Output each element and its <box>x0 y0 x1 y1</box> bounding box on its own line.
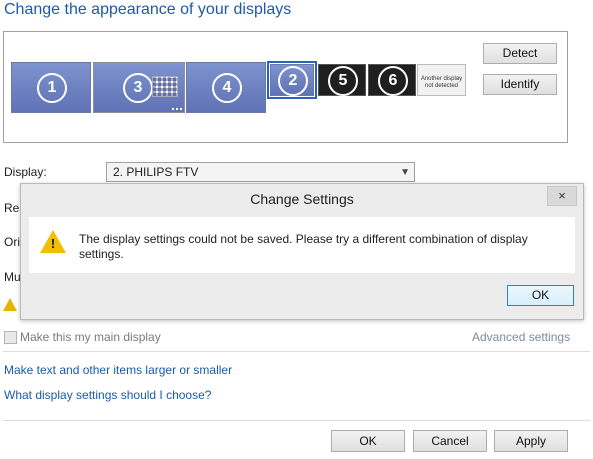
display-select-value: 2. PHILIPS FTV <box>113 165 199 179</box>
monitor-number: 5 <box>328 66 358 96</box>
display-label: Display: <box>4 165 47 179</box>
display-settings-help-link[interactable]: What display settings should I choose? <box>4 388 211 402</box>
monitor-1[interactable]: 1 <box>11 62 91 113</box>
dialog-title: Change Settings <box>250 191 354 207</box>
main-display-label: Make this my main display <box>20 330 161 344</box>
monitor-4[interactable]: 4 <box>186 62 266 113</box>
dialog-body: ! The display settings could not be save… <box>29 217 575 273</box>
divider <box>3 351 590 352</box>
identify-button[interactable]: Identify <box>483 74 557 95</box>
divider <box>3 420 590 421</box>
monitor-3[interactable]: 3 <box>93 62 185 113</box>
apply-button[interactable]: Apply <box>494 430 568 452</box>
orientation-label: Ori <box>4 235 20 249</box>
text-size-link[interactable]: Make text and other items larger or smal… <box>4 363 232 377</box>
dialog-ok-button[interactable]: OK <box>507 285 574 306</box>
monitor-5[interactable]: 5 <box>318 64 366 96</box>
monitor-number: 6 <box>378 66 408 96</box>
advanced-settings-link[interactable]: Advanced settings <box>472 330 570 344</box>
multiple-displays-label: Mu <box>4 270 21 284</box>
dialog-message: The display settings could not be saved.… <box>79 232 528 261</box>
monitor-6[interactable]: 6 <box>368 64 416 96</box>
warning-mark: ! <box>50 236 56 251</box>
detect-button[interactable]: Detect <box>483 43 557 64</box>
warning-icon <box>3 298 17 311</box>
monitor-number: 3 <box>123 73 153 103</box>
keyboard-icon <box>152 76 178 97</box>
more-icon <box>172 108 182 112</box>
monitor-number: 4 <box>212 73 242 103</box>
main-display-checkbox[interactable] <box>4 331 17 344</box>
ok-button[interactable]: OK <box>331 430 405 452</box>
display-select[interactable]: 2. PHILIPS FTV ▼ <box>106 162 415 182</box>
page-title: Change the appearance of your displays <box>4 1 292 18</box>
monitor-number: 1 <box>37 73 67 103</box>
not-detected-label: Another display not detected <box>420 76 463 89</box>
change-settings-dialog: Change Settings × ! The display settings… <box>20 183 584 320</box>
monitor-not-detected[interactable]: Another display not detected <box>417 64 466 96</box>
close-icon[interactable]: × <box>547 186 577 206</box>
monitor-number: 2 <box>278 66 308 96</box>
monitor-2[interactable]: 2 <box>267 61 317 99</box>
cancel-button[interactable]: Cancel <box>413 430 487 452</box>
chevron-down-icon: ▼ <box>400 167 410 178</box>
